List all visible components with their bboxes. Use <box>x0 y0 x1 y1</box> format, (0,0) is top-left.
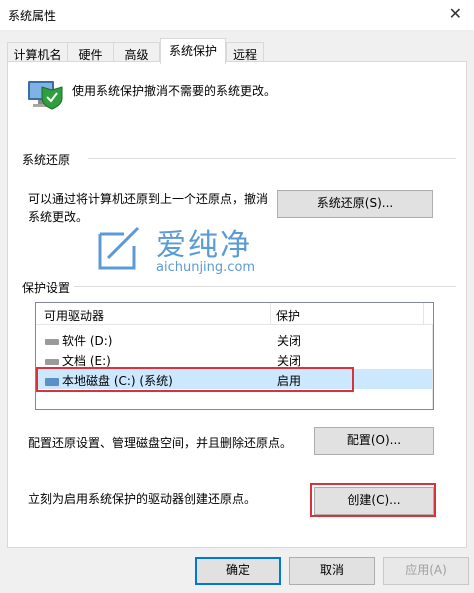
system-protection-panel: 使用系统保护撤消不需要的系统更改。 系统还原 可以通过将计算机还原到上一个还原点… <box>7 61 467 548</box>
watermark-text-cn: 爱纯净 <box>156 228 252 263</box>
column-separator[interactable] <box>423 303 424 325</box>
drive-name: 软件 (D:) <box>62 334 113 348</box>
annotation-highlight-drive <box>36 367 354 392</box>
protection-group-label: 保护设置 <box>22 279 75 296</box>
close-icon[interactable]: ✕ <box>449 4 462 23</box>
watermark-text-en: aichunjing.com <box>156 260 256 275</box>
window-title: 系统属性 <box>8 9 57 23</box>
watermark: 爱纯净 aichunjing.com <box>94 218 284 288</box>
tab-hardware[interactable]: 硬件 <box>67 42 114 63</box>
apply-button[interactable]: 应用(A) <box>383 557 469 585</box>
column-protection[interactable]: 保护 <box>276 307 300 324</box>
tab-system-protection[interactable]: 系统保护 <box>160 38 226 64</box>
create-description: 立刻为启用系统保护的驱动器创建还原点。 <box>28 492 257 506</box>
drive-list-header: 可用驱动器 保护 <box>36 303 433 325</box>
tab-remote[interactable]: 远程 <box>226 42 264 63</box>
protection-group-line <box>72 286 456 287</box>
drive-name: 文档 (E:) <box>62 354 111 368</box>
annotation-highlight-create <box>310 483 436 517</box>
column-drive[interactable]: 可用驱动器 <box>44 307 104 324</box>
tab-computer-name[interactable]: 计算机名 <box>7 42 68 63</box>
column-separator[interactable] <box>270 303 271 325</box>
drive-list[interactable]: 可用驱动器 保护 软件 (D:) 关闭 文档 (E:) 关闭 本地磁盘 (C:)… <box>35 302 434 410</box>
drive-icon <box>45 358 59 365</box>
restore-group-label: 系统还原 <box>22 151 75 168</box>
ok-button[interactable]: 确定 <box>195 557 281 585</box>
drive-row[interactable]: 文档 (E:) 关闭 <box>37 349 433 369</box>
drive-status: 关闭 <box>277 334 302 348</box>
drive-icon <box>45 338 59 345</box>
system-restore-button[interactable]: 系统还原(S)... <box>277 190 433 218</box>
configure-button[interactable]: 配置(O)... <box>314 427 434 455</box>
config-description: 配置还原设置、管理磁盘空间，并且删除还原点。 <box>28 436 293 450</box>
title-bar: 系统属性 ✕ <box>0 0 474 30</box>
drive-row[interactable]: 软件 (D:) 关闭 <box>37 329 433 349</box>
intro-text: 使用系统保护撤消不需要的系统更改。 <box>72 84 277 98</box>
list-right-edge <box>432 325 433 409</box>
watermark-logo-icon <box>98 226 140 270</box>
computer-shield-icon <box>28 81 63 110</box>
tab-advanced[interactable]: 高级 <box>113 42 160 63</box>
cancel-button[interactable]: 取消 <box>289 557 375 585</box>
restore-group-line <box>88 158 456 159</box>
